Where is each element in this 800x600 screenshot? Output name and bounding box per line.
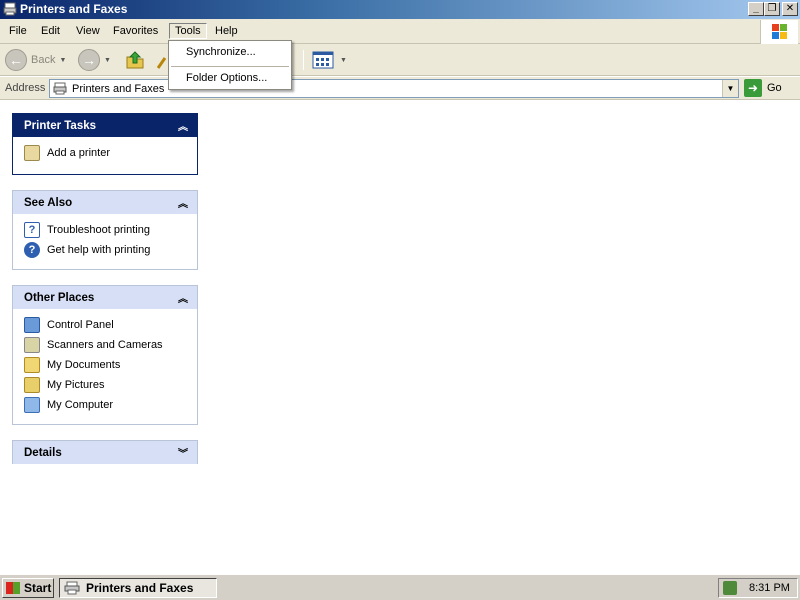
printer-tasks-header[interactable]: Printer Tasks ︽ bbox=[13, 114, 197, 137]
chevron-up-icon[interactable]: ︽ bbox=[178, 118, 188, 133]
help-icon: ? bbox=[24, 242, 40, 258]
see-also-pane: See Also ︽ ? Troubleshoot printing ? Get… bbox=[12, 190, 198, 270]
up-folder-button[interactable] bbox=[124, 48, 146, 72]
place-label: My Documents bbox=[47, 359, 121, 371]
taskbar-item-label: Printers and Faxes bbox=[86, 581, 194, 595]
address-value: Printers and Faxes bbox=[72, 83, 165, 95]
start-label: Start bbox=[24, 581, 52, 595]
window-title: Printers and Faxes bbox=[20, 2, 128, 16]
see-also-header[interactable]: See Also ︽ bbox=[13, 191, 197, 214]
title-bar[interactable]: Printers and Faxes _ ❐ ✕ bbox=[0, 0, 800, 19]
chevron-down-icon: ▼ bbox=[59, 56, 67, 64]
chevron-down-icon: ▼ bbox=[104, 56, 111, 64]
windows-flag-icon bbox=[6, 582, 20, 594]
place-label: Scanners and Cameras bbox=[47, 339, 163, 351]
windows-logo-icon bbox=[760, 20, 798, 44]
place-my-documents[interactable]: My Documents bbox=[24, 355, 197, 375]
task-label: Add a printer bbox=[47, 147, 110, 159]
menu-view[interactable]: View bbox=[71, 24, 105, 38]
clock[interactable]: 8:31 PM bbox=[749, 582, 790, 594]
back-arrow-icon: ← bbox=[5, 49, 27, 71]
menu-file[interactable]: File bbox=[4, 24, 32, 38]
place-control-panel[interactable]: Control Panel bbox=[24, 315, 197, 335]
address-label: Address bbox=[5, 82, 46, 94]
details-title: Details bbox=[24, 446, 62, 459]
control-panel-icon bbox=[24, 317, 40, 333]
menu-item-synchronize[interactable]: Synchronize... bbox=[186, 46, 256, 58]
close-button[interactable]: ✕ bbox=[782, 2, 798, 16]
printer-tasks-title: Printer Tasks bbox=[24, 119, 97, 132]
my-documents-icon bbox=[24, 357, 40, 373]
network-icon[interactable] bbox=[723, 581, 737, 595]
views-button[interactable]: ▼ bbox=[312, 48, 347, 72]
other-places-title: Other Places bbox=[24, 291, 95, 304]
printer-icon bbox=[3, 2, 17, 16]
go-arrow-icon: ➜ bbox=[744, 79, 762, 97]
link-troubleshoot-printing[interactable]: ? Troubleshoot printing bbox=[24, 220, 197, 240]
place-scanners-cameras[interactable]: Scanners and Cameras bbox=[24, 335, 197, 355]
back-button[interactable]: ← Back ▼ bbox=[5, 48, 66, 72]
menu-separator bbox=[171, 66, 289, 67]
place-label: My Computer bbox=[47, 399, 114, 411]
menu-tools[interactable]: Tools bbox=[169, 23, 207, 39]
address-dropdown-button[interactable]: ▼ bbox=[722, 80, 738, 97]
chevron-down-icon[interactable]: ︾ bbox=[178, 445, 188, 460]
place-label: Control Panel bbox=[47, 319, 114, 331]
other-places-pane: Other Places ︽ Control Panel Scanners an… bbox=[12, 285, 198, 425]
my-pictures-icon bbox=[24, 377, 40, 393]
menu-item-folder-options[interactable]: Folder Options... bbox=[186, 72, 267, 84]
task-add-printer[interactable]: Add a printer bbox=[24, 143, 197, 163]
printer-icon bbox=[53, 82, 67, 95]
place-my-pictures[interactable]: My Pictures bbox=[24, 375, 197, 395]
search-button[interactable] bbox=[157, 48, 167, 72]
other-places-header[interactable]: Other Places ︽ bbox=[13, 286, 197, 309]
add-printer-icon bbox=[24, 145, 40, 161]
see-also-title: See Also bbox=[24, 196, 73, 209]
menu-favorites[interactable]: Favorites bbox=[108, 24, 163, 38]
minimize-button[interactable]: _ bbox=[748, 2, 764, 16]
printer-icon bbox=[64, 581, 80, 595]
address-bar: Address Printers and Faxes ▼ ➜ Go bbox=[0, 77, 800, 100]
details-pane: Details ︾ bbox=[12, 440, 198, 464]
my-computer-icon bbox=[24, 397, 40, 413]
address-input[interactable]: Printers and Faxes ▼ bbox=[49, 79, 739, 98]
go-button[interactable]: ➜ Go bbox=[744, 79, 782, 97]
taskbar-item-printers-and-faxes[interactable]: Printers and Faxes bbox=[59, 578, 217, 598]
go-label: Go bbox=[767, 82, 782, 94]
chevron-down-icon: ▼ bbox=[340, 56, 347, 64]
chevron-up-icon[interactable]: ︽ bbox=[178, 195, 188, 210]
start-button[interactable]: Start bbox=[2, 578, 54, 598]
restore-button[interactable]: ❐ bbox=[764, 2, 780, 16]
chevron-up-icon[interactable]: ︽ bbox=[178, 290, 188, 305]
help-book-icon: ? bbox=[24, 222, 40, 238]
printer-tasks-pane: Printer Tasks ︽ Add a printer bbox=[12, 113, 198, 175]
back-label: Back bbox=[31, 54, 56, 66]
scanner-icon bbox=[24, 337, 40, 353]
link-label: Get help with printing bbox=[47, 244, 151, 256]
tools-menu-dropdown: Synchronize... Folder Options... bbox=[168, 40, 292, 90]
details-header[interactable]: Details ︾ bbox=[13, 441, 197, 464]
explorer-window: Printers and Faxes _ ❐ ✕ File Edit View … bbox=[0, 0, 800, 600]
link-label: Troubleshoot printing bbox=[47, 224, 150, 236]
link-get-help-printing[interactable]: ? Get help with printing bbox=[24, 240, 197, 260]
forward-button[interactable]: → ▼ bbox=[78, 48, 111, 72]
folder-up-icon bbox=[126, 51, 144, 69]
place-my-computer[interactable]: My Computer bbox=[24, 395, 197, 415]
forward-arrow-icon: → bbox=[78, 49, 100, 71]
menu-help[interactable]: Help bbox=[210, 24, 243, 38]
toolbar-separator bbox=[303, 50, 304, 70]
views-icon bbox=[312, 51, 334, 69]
menu-bar: File Edit View Favorites Tools Help bbox=[0, 19, 800, 44]
toolbar: ← Back ▼ → ▼ ▼ bbox=[0, 44, 800, 76]
taskbar: Start Printers and Faxes 8:31 PM bbox=[0, 574, 800, 600]
place-label: My Pictures bbox=[47, 379, 105, 391]
system-tray: 8:31 PM bbox=[718, 578, 798, 598]
search-icon bbox=[157, 57, 167, 69]
menu-edit[interactable]: Edit bbox=[36, 24, 65, 38]
